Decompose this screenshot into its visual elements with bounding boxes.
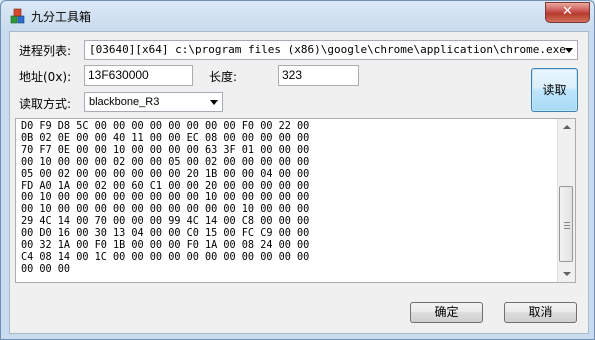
main-window: 九分工具箱 ✕ 进程列表: [03640][x64] c:\program fi… <box>0 0 595 340</box>
window-title: 九分工具箱 <box>31 10 92 24</box>
process-label: 进程列表: <box>19 44 72 58</box>
client-area: 进程列表: [03640][x64] c:\program files (x86… <box>9 31 589 334</box>
vertical-scrollbar[interactable] <box>557 119 575 282</box>
ok-button[interactable]: 确定 <box>410 302 483 323</box>
app-icon <box>10 8 25 24</box>
chevron-down-icon[interactable] <box>565 48 573 53</box>
scroll-thumb[interactable] <box>559 186 573 262</box>
read-button[interactable]: 读取 <box>531 68 578 112</box>
length-label: 长度: <box>209 70 238 84</box>
process-combo[interactable]: [03640][x64] c:\program files (x86)\goog… <box>84 40 578 60</box>
address-label: 地址(0x): <box>19 70 72 84</box>
scroll-down-icon[interactable] <box>558 265 575 282</box>
length-input[interactable]: 323 <box>278 65 359 86</box>
read-mode-label: 读取方式: <box>19 97 72 111</box>
hex-output: D0 F9 D8 5C 00 00 00 00 00 00 00 00 F0 0… <box>21 121 310 275</box>
process-combo-value: [03640][x64] c:\program files (x86)\goog… <box>89 43 566 56</box>
close-icon: ✕ <box>562 4 573 19</box>
output-textarea[interactable]: D0 F9 D8 5C 00 00 00 00 00 00 00 00 F0 0… <box>15 118 576 283</box>
close-button[interactable]: ✕ <box>545 2 590 23</box>
grip-icon <box>564 222 570 229</box>
scroll-up-icon[interactable] <box>558 119 575 136</box>
cancel-button[interactable]: 取消 <box>504 302 577 323</box>
read-mode-combo-value: blackbone_R3 <box>89 96 160 108</box>
read-mode-combo[interactable]: blackbone_R3 <box>84 92 223 112</box>
chevron-down-icon[interactable] <box>210 100 218 105</box>
address-input[interactable]: 13F630000 <box>84 65 193 86</box>
title-bar[interactable]: 九分工具箱 ✕ <box>1 1 594 31</box>
